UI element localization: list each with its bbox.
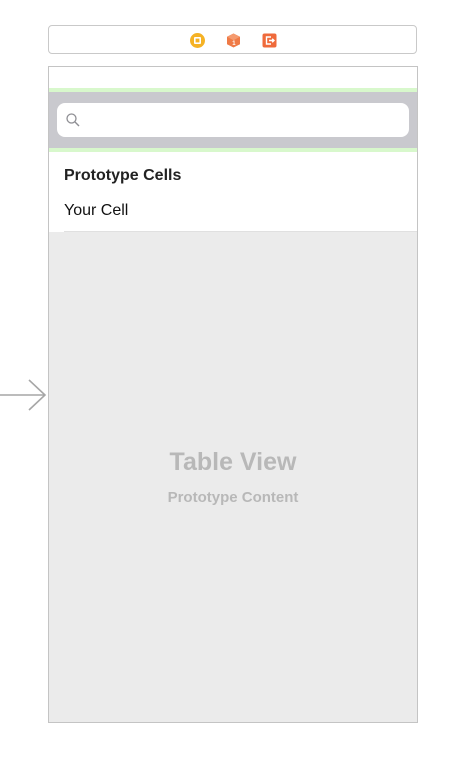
first-responder-icon[interactable]: 1 (226, 33, 241, 48)
table-view-placeholder-subtitle: Prototype Content (167, 489, 299, 506)
search-field[interactable] (57, 103, 409, 139)
cell-label: Your Cell (64, 202, 129, 219)
search-input[interactable] (87, 103, 401, 139)
prototype-cells-header: Prototype Cells (64, 167, 182, 184)
table-view-placeholder-title: Table View (169, 448, 297, 476)
prototype-cells-section: Prototype Cells Your Cell (49, 152, 417, 232)
storyboard-canvas: 1 Prototype Cells Your Cell Table View P… (0, 0, 474, 759)
cell-separator (64, 231, 417, 232)
entry-point-arrow-icon[interactable] (0, 378, 48, 412)
table-view-scene[interactable]: Prototype Cells Your Cell Table View Pro… (48, 66, 418, 723)
search-bar[interactable] (49, 92, 417, 148)
scene-dock: 1 (48, 25, 417, 54)
search-icon (66, 113, 80, 127)
status-bar-area (49, 67, 417, 88)
table-cell[interactable]: Your Cell (49, 192, 417, 232)
exit-icon[interactable] (262, 33, 277, 48)
view-controller-icon[interactable] (190, 33, 205, 48)
